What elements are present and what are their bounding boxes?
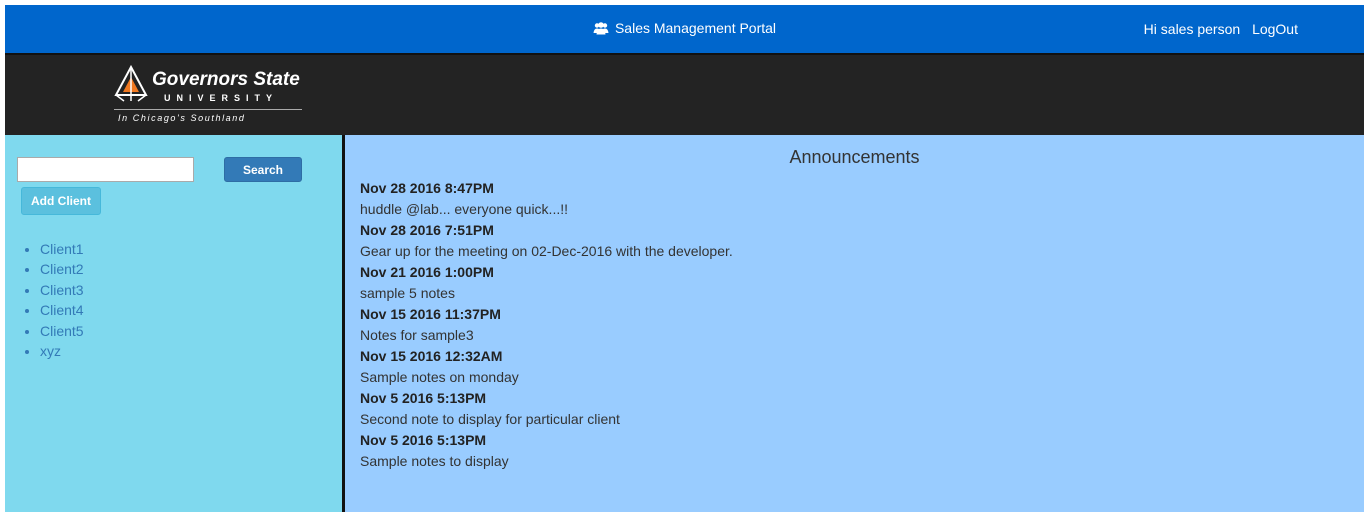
logout-link[interactable]: LogOut (1252, 21, 1298, 37)
top-navbar: Sales Management Portal Hi sales person … (5, 5, 1364, 53)
client-link[interactable]: Client2 (40, 261, 84, 277)
user-area: Hi sales person LogOut (1144, 21, 1298, 37)
announcement-item: Nov 28 2016 7:51PM Gear up for the meeti… (360, 220, 1260, 262)
client-link[interactable]: Client4 (40, 302, 84, 318)
search-input[interactable] (17, 157, 194, 182)
announcement-date: Nov 5 2016 5:13PM (360, 390, 487, 406)
announcements-panel: Announcements Nov 28 2016 8:47PM huddle … (345, 135, 1364, 512)
announcement-text: Sample notes to display (360, 453, 509, 469)
client-list-item: Client4 (40, 300, 84, 320)
announcement-text: Gear up for the meeting on 02-Dec-2016 w… (360, 243, 733, 259)
client-link[interactable]: Client1 (40, 241, 84, 257)
university-banner: Governors State UNIVERSITY In Chicago's … (5, 53, 1364, 135)
announcements-title: Announcements (789, 147, 920, 167)
announcement-text: Notes for sample3 (360, 327, 474, 343)
university-logo[interactable]: Governors State UNIVERSITY In Chicago's … (112, 63, 312, 131)
client-list-item: Client5 (40, 321, 84, 341)
announcement-item: Nov 5 2016 5:13PM Sample notes to displa… (360, 430, 1260, 472)
announcement-date: Nov 15 2016 11:37PM (360, 306, 501, 322)
announcement-item: Nov 15 2016 12:32AM Sample notes on mond… (360, 346, 1260, 388)
announcement-item: Nov 15 2016 11:37PM Notes for sample3 (360, 304, 1260, 346)
logo-university: UNIVERSITY (164, 93, 279, 103)
announcement-item: Nov 28 2016 8:47PM huddle @lab... everyo… (360, 178, 1260, 220)
logo-divider (114, 109, 302, 110)
announcement-text: sample 5 notes (360, 285, 455, 301)
client-link[interactable]: xyz (40, 343, 61, 359)
client-list-item: Client3 (40, 280, 84, 300)
announcement-item: Nov 21 2016 1:00PM sample 5 notes (360, 262, 1260, 304)
client-list-item: xyz (40, 341, 84, 361)
announcement-date: Nov 28 2016 7:51PM (360, 222, 494, 238)
announcement-date: Nov 21 2016 1:00PM (360, 264, 494, 280)
users-icon (593, 22, 609, 38)
search-button[interactable]: Search (224, 157, 302, 182)
announcement-date: Nov 28 2016 8:47PM (360, 180, 494, 196)
announcement-list: Nov 28 2016 8:47PM huddle @lab... everyo… (360, 178, 1260, 472)
user-greeting: Hi sales person (1143, 21, 1241, 37)
portal-title-text: Sales Management Portal (614, 20, 777, 36)
announcement-text: Sample notes on monday (360, 369, 519, 385)
logo-name: Governors State (152, 69, 300, 90)
client-list-item: Client2 (40, 259, 84, 279)
logo-tagline: In Chicago's Southland (118, 113, 246, 123)
client-list-item: Client1 (40, 239, 84, 259)
client-list: Client1 Client2 Client3 Client4 Client5 … (40, 239, 84, 361)
announcement-text: huddle @lab... everyone quick...!! (360, 201, 568, 217)
client-link[interactable]: Client5 (40, 323, 84, 339)
client-link[interactable]: Client3 (40, 282, 84, 298)
announcement-date: Nov 15 2016 12:32AM (360, 348, 503, 364)
sidebar: Search Add Client Client1 Client2 Client… (5, 135, 342, 512)
announcement-text: Second note to display for particular cl… (360, 411, 620, 427)
announcement-item: Nov 5 2016 5:13PM Second note to display… (360, 388, 1260, 430)
add-client-button[interactable]: Add Client (21, 187, 101, 215)
gsu-emblem-icon (114, 64, 148, 106)
announcement-date: Nov 5 2016 5:13PM (360, 432, 487, 448)
